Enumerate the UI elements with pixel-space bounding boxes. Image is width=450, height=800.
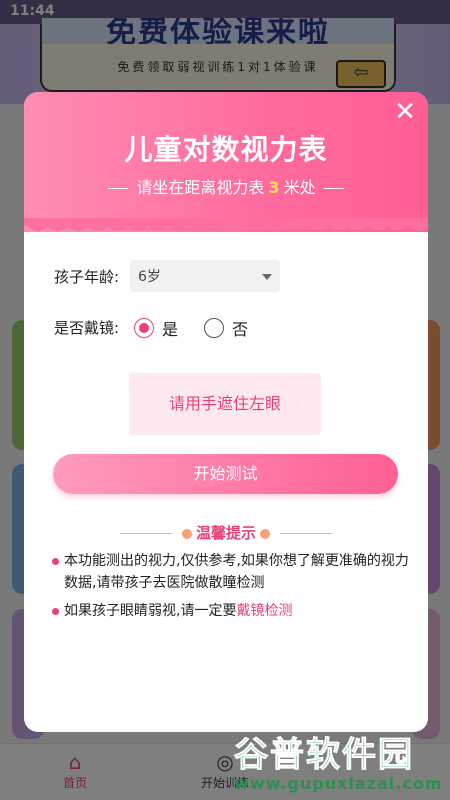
divider [280,533,332,534]
tip-text: 本功能测出的视力,仅供参考,如果你想了解更准确的视力数据,请带孩子去医院做散瞳检… [64,553,409,591]
tips-title-text: 温馨提示 [195,524,256,542]
glasses-no-radio[interactable]: 否 [204,316,249,339]
flower-icon [260,528,270,539]
cover-eye-instruction: 请用手遮住左眼 [129,373,321,435]
watermark-url: www.gupuxlazal.com [234,774,443,793]
age-dropdown[interactable]: 6岁 [130,260,280,292]
dialog-header: ✕ 儿童对数视力表 请坐在距离视力表 3 米处 [24,92,428,232]
tip-item: 本功能测出的视力,仅供参考,如果你想了解更准确的视力数据,请带孩子去医院做散瞳检… [52,550,410,594]
site-watermark: 谷普软件园 www.gupuxlazal.com [234,736,444,794]
divider [108,188,129,189]
close-button[interactable]: ✕ [392,99,418,126]
flower-icon [181,528,192,539]
glasses-no-label: 否 [232,320,249,339]
radio-unchecked-icon [204,318,224,338]
vision-test-dialog: ✕ 儿童对数视力表 请坐在距离视力表 3 米处 孩子年龄: 6岁 是否戴镜: 是 否… [24,92,428,732]
chevron-down-icon [262,274,272,280]
age-value: 6岁 [138,269,161,285]
glasses-yes-radio[interactable]: 是 [134,316,179,339]
start-test-button[interactable]: 开始测试 [53,454,398,494]
dialog-title: 儿童对数视力表 [124,133,328,166]
glasses-label: 是否戴镜: [54,319,120,337]
divider [323,188,344,189]
wave-divider [24,218,428,231]
tip-highlight-link[interactable]: 戴镜检测 [236,603,292,619]
dialog-subtitle: 请坐在距离视力表 3 米处 [24,174,428,198]
watermark-text: 谷普软件园 [234,735,414,775]
glasses-yes-label: 是 [162,320,179,339]
radio-checked-icon [134,318,154,338]
age-label: 孩子年龄: [54,268,120,286]
bullet-icon [52,558,59,565]
tip-item: 如果孩子眼睛弱视,请一定要戴镜检测 [52,600,410,622]
tips-heading: 温馨提示 [24,522,428,543]
bullet-icon [52,608,59,615]
divider [119,533,172,534]
subtitle-suffix: 米处 [283,178,316,197]
tip-text: 如果孩子眼睛弱视,请一定要 [64,603,237,619]
subtitle-prefix: 请坐在距离视力表 [136,178,265,197]
distance-value: 3 [268,178,280,197]
